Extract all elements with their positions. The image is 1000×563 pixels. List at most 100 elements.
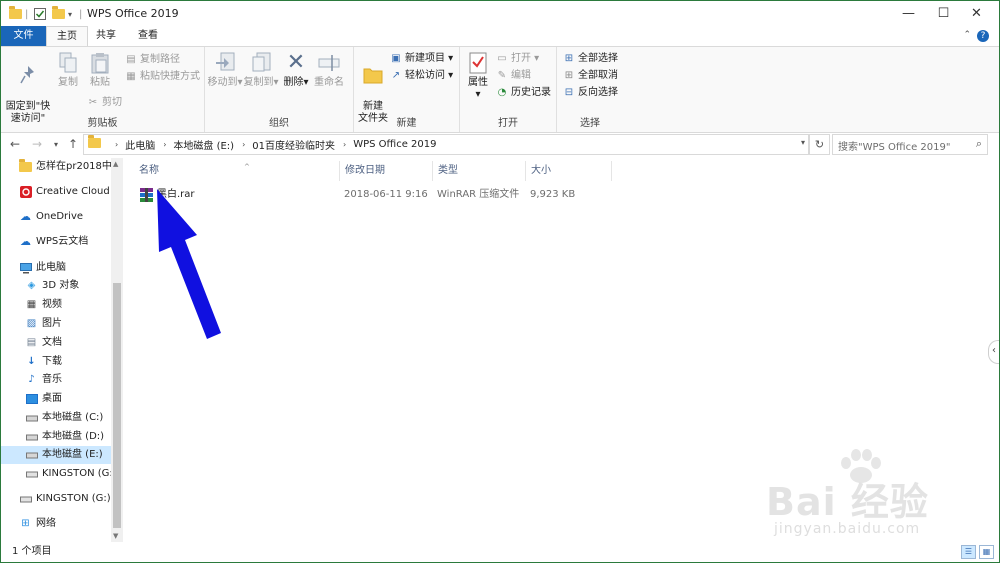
back-arrow-icon[interactable]: ← xyxy=(10,137,20,151)
help-icon[interactable]: ? xyxy=(977,30,989,42)
nav-item-label: 本地磁盘 (C:) xyxy=(42,412,104,423)
nav-item-label: Creative Cloud F xyxy=(36,186,119,197)
easy-access-icon: ↗ xyxy=(391,70,401,81)
nav-item-onedrive[interactable]: ☁ OneDrive xyxy=(19,208,123,226)
up-arrow-icon[interactable]: ↑ xyxy=(68,137,78,151)
quick-access-folder-icon[interactable] xyxy=(9,6,22,22)
column-header-modified[interactable]: 修改日期 xyxy=(340,161,433,181)
new-item-label: 新建项目 xyxy=(405,53,445,64)
breadcrumb-temp-folder[interactable]: 01百度经验临时夹 xyxy=(252,137,335,152)
copy-button[interactable]: 复制 xyxy=(53,51,83,89)
window-title: WPS Office 2019 xyxy=(87,7,179,20)
column-header-name[interactable]: ^ 名称 xyxy=(134,161,340,181)
breadcrumb-this-pc[interactable]: 此电脑 xyxy=(125,137,155,152)
close-button[interactable]: ✕ xyxy=(954,1,999,26)
forward-arrow-icon[interactable]: → xyxy=(32,137,42,151)
properties-label: 属性 xyxy=(468,77,488,88)
tab-share[interactable]: 共享 xyxy=(87,26,125,46)
address-row: ← → ▾ ↑ › 此电脑 › 本地磁盘 (E:) › 01百度经验临时夹 › … xyxy=(1,132,999,157)
chevron-right-icon: › xyxy=(343,140,347,149)
tab-file[interactable]: 文件 xyxy=(1,26,46,46)
delete-button[interactable]: ✕ 删除▾ xyxy=(283,51,309,89)
breadcrumb-current-folder[interactable]: WPS Office 2019 xyxy=(353,139,436,150)
nav-item-label: 文档 xyxy=(42,337,62,348)
drive-icon xyxy=(25,449,38,461)
recent-locations-chevron-icon[interactable]: ▾ xyxy=(54,140,58,149)
paste-button[interactable]: 粘贴 xyxy=(85,51,115,89)
ribbon-tabs: 文件 主页 共享 查看 ⌃ ? xyxy=(1,26,999,46)
cut-button[interactable]: ✂ 剪切 xyxy=(87,95,122,111)
copy-path-label: 复制路径 xyxy=(140,54,180,65)
nav-item-kingston-1[interactable]: KINGSTON (G: xyxy=(25,465,123,483)
open-group-label: 打开 xyxy=(498,118,518,129)
address-bar[interactable]: › 此电脑 › 本地磁盘 (E:) › 01百度经验临时夹 › WPS Offi… xyxy=(83,134,809,155)
rename-icon xyxy=(318,51,340,75)
new-item-button[interactable]: ▣ 新建项目 ▾ xyxy=(390,51,453,67)
nav-item-label: OneDrive xyxy=(36,211,84,222)
watermark-url: jingyan.baidu.com xyxy=(774,521,921,537)
search-placeholder: 搜索"WPS Office 2019" xyxy=(838,142,951,153)
scroll-up-icon[interactable]: ▲ xyxy=(113,160,118,168)
nav-item-documents[interactable]: ▤ 文档 xyxy=(25,334,123,352)
invert-selection-button[interactable]: ⊟ 反向选择 xyxy=(563,85,618,101)
column-header-type[interactable]: 类型 xyxy=(433,161,526,181)
nav-item-wps-cloud[interactable]: ☁ WPS云文档 xyxy=(19,233,123,251)
nav-scrollbar[interactable]: ▲ ▼ xyxy=(111,158,123,542)
chevron-left-icon[interactable]: ‹ xyxy=(988,340,999,364)
edit-button[interactable]: ✎ 编辑 xyxy=(496,68,531,84)
breadcrumb-drive-e[interactable]: 本地磁盘 (E:) xyxy=(173,137,234,152)
refresh-button[interactable]: ↻ xyxy=(809,134,830,155)
annotation-arrow-icon xyxy=(157,189,221,339)
nav-item-this-pc[interactable]: 此电脑 xyxy=(19,259,123,277)
navigation-pane: 怎样在pr2018中 Creative Cloud F ☁ OneDrive ☁ W… xyxy=(1,158,123,542)
file-size: 9,923 KB xyxy=(530,189,576,200)
move-to-button[interactable]: 移动到▾ xyxy=(207,51,243,89)
properties-checkbox-icon[interactable] xyxy=(34,6,46,22)
collapse-ribbon-icon[interactable]: ⌃ xyxy=(963,30,971,40)
nav-item-downloads[interactable]: ↓ 下载 xyxy=(25,353,123,371)
select-all-button[interactable]: ⊞ 全部选择 xyxy=(563,51,618,67)
nav-item-drive-c[interactable]: 本地磁盘 (C:) xyxy=(25,409,123,427)
tab-home[interactable]: 主页 xyxy=(46,26,88,46)
nav-item-desktop[interactable]: 桌面 xyxy=(25,390,123,408)
history-button[interactable]: ◔ 历史记录 xyxy=(496,85,551,101)
properties-button[interactable]: 属性 ▾ xyxy=(464,51,492,101)
nav-item-pictures[interactable]: ▨ 图片 xyxy=(25,315,123,333)
nav-item-pr-folder[interactable]: 怎样在pr2018中 xyxy=(19,158,123,176)
nav-item-creative-cloud[interactable]: Creative Cloud F xyxy=(19,183,123,201)
nav-item-label: 网络 xyxy=(36,518,56,529)
paste-shortcut-button[interactable]: ▦ 粘贴快捷方式 xyxy=(125,69,200,85)
nav-item-label: WPS云文档 xyxy=(36,236,89,247)
file-modified: 2018-06-11 9:16 xyxy=(344,189,428,200)
easy-access-button[interactable]: ↗ 轻松访问 ▾ xyxy=(390,68,453,84)
scrollbar-thumb[interactable] xyxy=(113,283,121,528)
wps-cloud-icon: ☁ xyxy=(20,235,31,248)
creative-cloud-icon xyxy=(19,186,32,198)
easy-access-label: 轻松访问 xyxy=(405,70,445,81)
new-folder-quick-icon[interactable] xyxy=(52,6,65,22)
address-dropdown-icon[interactable]: ▾ xyxy=(801,138,805,147)
search-input[interactable]: 搜索"WPS Office 2019" ⌕ xyxy=(832,134,988,155)
select-none-button[interactable]: ⊞ 全部取消 xyxy=(563,68,618,84)
new-folder-icon xyxy=(362,63,384,87)
nav-item-network[interactable]: ⊞ 网络 xyxy=(19,515,123,533)
nav-item-videos[interactable]: ▦ 视频 xyxy=(25,296,123,314)
nav-item-kingston-2[interactable]: KINGSTON (G:) xyxy=(19,490,123,508)
edit-label: 编辑 xyxy=(511,70,531,81)
network-icon: ⊞ xyxy=(21,518,30,529)
music-icon: ♪ xyxy=(28,374,35,385)
column-header-size[interactable]: 大小 xyxy=(526,161,612,181)
copy-to-button[interactable]: 复制到▾ xyxy=(243,51,279,89)
breadcrumb: › 此电脑 › 本地磁盘 (E:) › 01百度经验临时夹 › WPS Offi… xyxy=(107,137,436,152)
nav-item-drive-d[interactable]: 本地磁盘 (D:) xyxy=(25,428,123,446)
open-button[interactable]: ▭ 打开 ▾ xyxy=(496,51,539,67)
tab-view[interactable]: 查看 xyxy=(128,26,168,46)
rename-button[interactable]: 重命名 xyxy=(311,51,347,89)
copy-path-button[interactable]: ▤ 复制路径 xyxy=(125,52,180,68)
nav-item-music[interactable]: ♪ 音乐 xyxy=(25,371,123,389)
search-icon: ⌕ xyxy=(975,137,982,150)
customize-quick-access-icon[interactable]: ▾ xyxy=(68,6,72,22)
nav-item-3d-objects[interactable]: ◈ 3D 对象 xyxy=(25,277,123,295)
scroll-down-icon[interactable]: ▼ xyxy=(113,532,118,540)
nav-item-drive-e[interactable]: 本地磁盘 (E:) xyxy=(1,446,111,464)
